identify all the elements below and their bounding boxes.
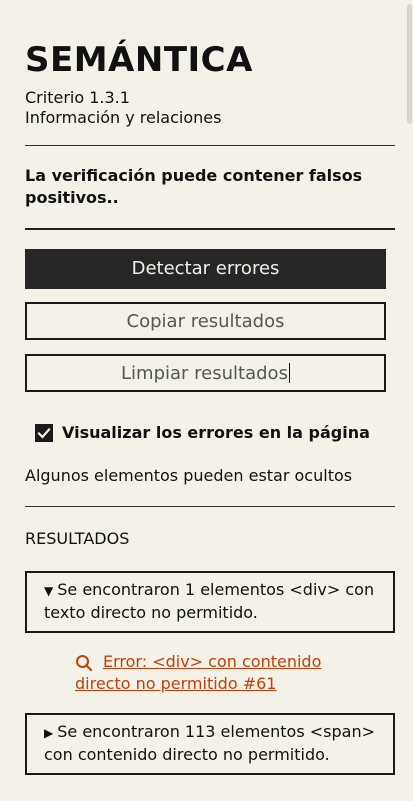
- result-summary: Se encontraron 1 elementos <div> con tex…: [44, 580, 375, 622]
- error-link[interactable]: Error: <div> con contenido directo no pe…: [75, 651, 375, 695]
- result-group-span[interactable]: ▶ Se encontraron 113 elementos <span> con…: [25, 713, 395, 775]
- result-summary: Se encontraron 113 elementos <span> con …: [44, 722, 375, 764]
- copy-results-button[interactable]: Copiar resultados: [25, 302, 386, 340]
- triangle-down-icon: ▼: [44, 584, 54, 598]
- text-cursor: [288, 363, 290, 383]
- visualize-errors-option[interactable]: Visualizar los errores en la página: [35, 423, 370, 442]
- warning-message: La verificación puede contener falsos po…: [25, 165, 390, 209]
- error-link-text: Error: <div> con contenido directo no pe…: [75, 652, 322, 693]
- accessibility-panel: SEMÁNTICA Criterio 1.3.1 Información y r…: [0, 0, 405, 801]
- scrollbar-thumb[interactable]: [407, 4, 412, 124]
- clear-results-button[interactable]: Limpiar resultados: [25, 354, 386, 392]
- scrollbar[interactable]: [405, 0, 413, 801]
- warning-text: La verificación puede contener falsos po…: [25, 166, 363, 207]
- divider: [25, 506, 395, 507]
- criterion-subtitle: Información y relaciones: [25, 108, 222, 127]
- detect-errors-button[interactable]: Detectar errores: [25, 249, 386, 289]
- page-title: SEMÁNTICA: [25, 40, 253, 80]
- results-heading: RESULTADOS: [25, 529, 130, 548]
- triangle-right-icon: ▶: [44, 726, 54, 740]
- divider: [25, 145, 395, 146]
- divider: [25, 228, 395, 230]
- result-group-div[interactable]: ▼ Se encontraron 1 elementos <div> con te…: [25, 571, 395, 633]
- visualize-errors-checkbox[interactable]: [35, 423, 53, 442]
- criterion-label: Criterio 1.3.1: [25, 88, 130, 107]
- checkmark-icon: [37, 427, 51, 439]
- clear-results-label: Limpiar resultados: [121, 363, 288, 384]
- warning-suffix: .: [112, 188, 119, 207]
- hidden-elements-hint: Algunos elementos pueden estar ocultos: [25, 466, 353, 485]
- visualize-errors-label: Visualizar los errores en la página: [62, 423, 370, 442]
- magnifier-icon: [76, 655, 93, 672]
